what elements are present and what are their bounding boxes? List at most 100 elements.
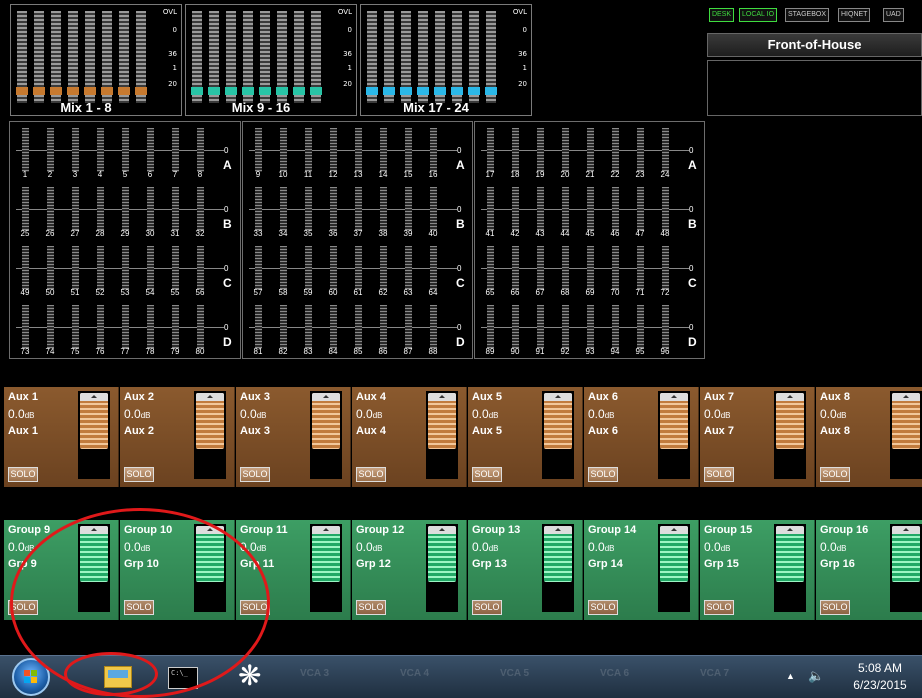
group-fader[interactable] — [542, 524, 574, 612]
group-fader[interactable] — [78, 524, 110, 612]
channel-meter[interactable] — [612, 246, 619, 290]
channel-meter[interactable] — [305, 305, 312, 349]
group-gain[interactable]: 0.0dB — [240, 540, 266, 554]
solo-button[interactable]: SOLO — [356, 600, 386, 615]
channel-meter[interactable] — [537, 246, 544, 290]
channel-meter[interactable] — [405, 128, 412, 172]
channel-meter[interactable] — [147, 305, 154, 349]
fader-handle[interactable] — [892, 393, 920, 449]
channel-meter[interactable] — [97, 128, 104, 172]
group-gain[interactable]: 0.0dB — [356, 540, 382, 554]
channel-meter[interactable] — [637, 128, 644, 172]
channel-meter[interactable] — [430, 246, 437, 290]
channel-meter[interactable] — [562, 246, 569, 290]
channel-meter[interactable] — [405, 246, 412, 290]
aux-fader[interactable] — [774, 391, 806, 479]
channel-meter[interactable] — [380, 187, 387, 231]
channel-meter[interactable] — [662, 246, 669, 290]
channel-meter[interactable] — [587, 246, 594, 290]
group-gain[interactable]: 0.0dB — [124, 540, 150, 554]
channel-meter[interactable] — [22, 187, 29, 231]
channel-meter[interactable] — [380, 246, 387, 290]
aux-fader[interactable] — [890, 391, 922, 479]
mix-mini-fader[interactable] — [366, 11, 378, 103]
channel-meter[interactable] — [172, 305, 179, 349]
mix-mini-fader[interactable] — [383, 11, 395, 103]
fader-handle[interactable] — [428, 526, 456, 582]
mix-mini-fader[interactable] — [101, 11, 113, 103]
channel-meter[interactable] — [172, 187, 179, 231]
solo-button[interactable]: SOLO — [240, 467, 270, 482]
solo-button[interactable]: SOLO — [472, 467, 502, 482]
fader-handle[interactable] — [196, 393, 224, 449]
system-clock[interactable]: 5:08 AM 6/23/2015 — [845, 660, 915, 694]
taskbar-app-button[interactable]: ❋ — [230, 658, 280, 696]
status-badge[interactable]: STAGEBOX — [785, 8, 829, 22]
mix-mini-fader[interactable] — [33, 11, 45, 103]
channel-meter[interactable] — [512, 305, 519, 349]
aux-gain[interactable]: 0.0dB — [588, 407, 614, 421]
channel-meter[interactable] — [662, 187, 669, 231]
channel-meter[interactable] — [22, 246, 29, 290]
channel-meter[interactable] — [305, 128, 312, 172]
fader-handle[interactable] — [428, 393, 456, 449]
group-gain[interactable]: 0.0dB — [704, 540, 730, 554]
channel-meter[interactable] — [562, 305, 569, 349]
channel-meter[interactable] — [330, 187, 337, 231]
mix-mini-fader[interactable] — [208, 11, 220, 103]
channel-meter[interactable] — [97, 305, 104, 349]
channel-meter[interactable] — [72, 128, 79, 172]
channel-meter[interactable] — [255, 246, 262, 290]
channel-meter[interactable] — [47, 128, 54, 172]
aux-fader[interactable] — [78, 391, 110, 479]
mix-overview-panel[interactable]: OVL 0 36 1 20 Mix 9 - 16 — [185, 4, 357, 116]
channel-meter[interactable] — [430, 128, 437, 172]
channel-meter[interactable] — [487, 246, 494, 290]
channel-meter[interactable] — [47, 187, 54, 231]
channel-meter[interactable] — [305, 187, 312, 231]
channel-meter[interactable] — [47, 305, 54, 349]
channel-meter[interactable] — [97, 187, 104, 231]
mix-mini-fader[interactable] — [451, 11, 463, 103]
group-fader[interactable] — [658, 524, 690, 612]
fader-handle[interactable] — [196, 526, 224, 582]
channel-meter[interactable] — [280, 128, 287, 172]
solo-button[interactable]: SOLO — [704, 600, 734, 615]
channel-meter[interactable] — [487, 128, 494, 172]
channel-meter[interactable] — [122, 187, 129, 231]
channel-meter[interactable] — [97, 246, 104, 290]
group-gain[interactable]: 0.0dB — [8, 540, 34, 554]
channel-meter[interactable] — [197, 246, 204, 290]
channel-meter[interactable] — [197, 187, 204, 231]
status-badge[interactable]: DESK — [709, 8, 735, 22]
aux-gain[interactable]: 0.0dB — [240, 407, 266, 421]
channel-meter[interactable] — [330, 246, 337, 290]
channel-meter[interactable] — [612, 305, 619, 349]
aux-gain[interactable]: 0.0dB — [124, 407, 150, 421]
channel-meter[interactable] — [430, 305, 437, 349]
channel-meter[interactable] — [172, 128, 179, 172]
solo-button[interactable]: SOLO — [124, 600, 154, 615]
solo-button[interactable]: SOLO — [472, 600, 502, 615]
solo-button[interactable]: SOLO — [820, 600, 850, 615]
channel-meter[interactable] — [72, 305, 79, 349]
group-fader[interactable] — [194, 524, 226, 612]
solo-button[interactable]: SOLO — [8, 600, 38, 615]
mix-mini-fader[interactable] — [259, 11, 271, 103]
fader-handle[interactable] — [312, 526, 340, 582]
taskbar-cmd-button[interactable]: C:\_ — [160, 658, 210, 696]
aux-gain[interactable]: 0.0dB — [472, 407, 498, 421]
group-fader[interactable] — [890, 524, 922, 612]
solo-button[interactable]: SOLO — [356, 467, 386, 482]
channel-meter[interactable] — [587, 187, 594, 231]
channel-meter[interactable] — [330, 305, 337, 349]
aux-fader[interactable] — [310, 391, 342, 479]
aux-fader[interactable] — [658, 391, 690, 479]
channel-meter[interactable] — [72, 246, 79, 290]
group-gain[interactable]: 0.0dB — [588, 540, 614, 554]
aux-gain[interactable]: 0.0dB — [8, 407, 34, 421]
mix-mini-fader[interactable] — [84, 11, 96, 103]
channel-meter[interactable] — [662, 305, 669, 349]
fader-handle[interactable] — [312, 393, 340, 449]
fader-handle[interactable] — [544, 526, 572, 582]
